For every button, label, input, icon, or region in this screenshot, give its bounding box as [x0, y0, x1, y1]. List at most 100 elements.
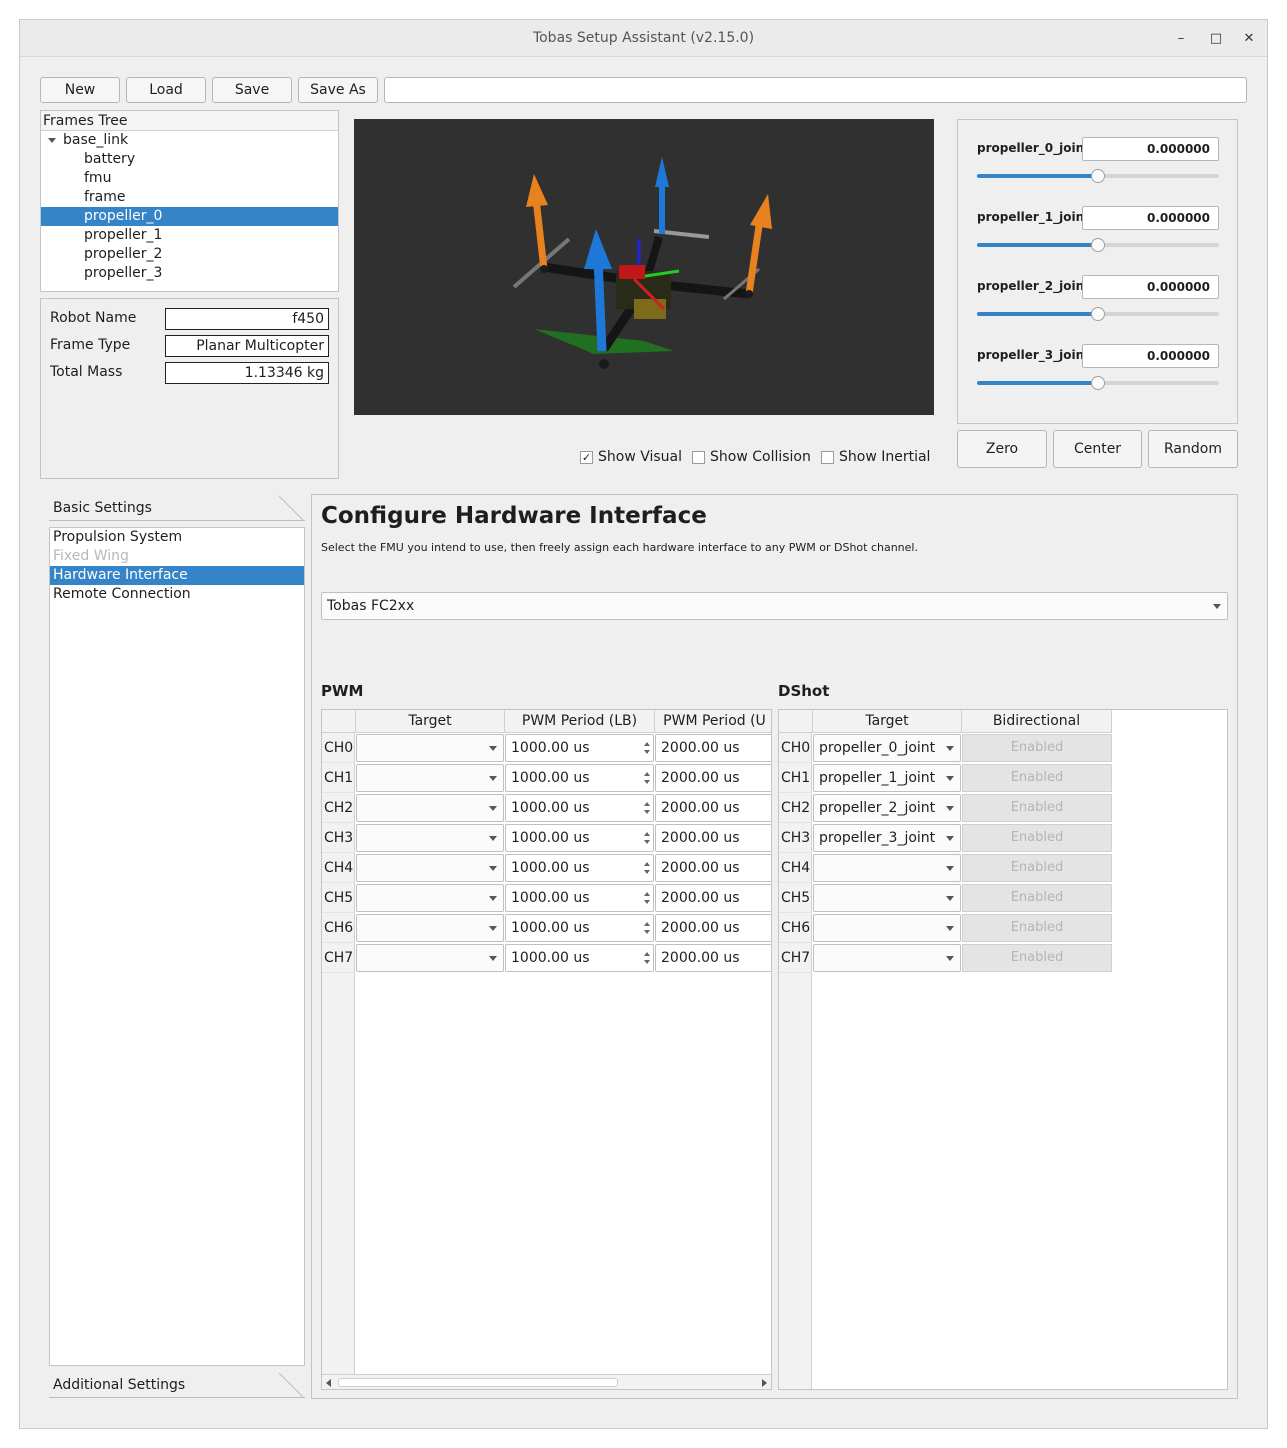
pwm-ub-spinbox[interactable]: 2000.00 us	[655, 734, 771, 762]
pwm-target-select[interactable]	[356, 824, 504, 852]
tree-item-base-link[interactable]: base_link	[41, 131, 338, 150]
pwm-ub-spinbox[interactable]: 2000.00 us	[655, 914, 771, 942]
pwm-horizontal-scrollbar[interactable]	[322, 1374, 771, 1389]
tree-item-propeller-0[interactable]: propeller_0	[41, 207, 338, 226]
show-inertial-checkbox[interactable]	[821, 451, 834, 464]
zero-button[interactable]: Zero	[957, 430, 1047, 468]
spin-up-icon[interactable]	[644, 892, 650, 896]
scroll-left-icon[interactable]	[326, 1379, 331, 1387]
spin-down-icon[interactable]	[644, 810, 650, 814]
basic-settings-tab[interactable]: Basic Settings	[49, 495, 305, 521]
dshot-target-select[interactable]: propeller_3_joint	[813, 824, 961, 852]
dshot-target-select[interactable]: propeller_2_joint	[813, 794, 961, 822]
scrollbar-thumb[interactable]	[338, 1378, 618, 1387]
dshot-target-select[interactable]	[813, 944, 961, 972]
dshot-target-select[interactable]	[813, 914, 961, 942]
close-icon[interactable]: ✕	[1234, 20, 1264, 57]
tree-item-propeller-1[interactable]: propeller_1	[41, 226, 338, 245]
joint-0-value-input[interactable]: 0.000000	[1082, 137, 1219, 161]
pwm-lb-spinbox[interactable]: 1000.00 us	[505, 764, 654, 792]
pwm-lb-spinbox[interactable]: 1000.00 us	[505, 734, 654, 762]
save-as-button[interactable]: Save As	[298, 77, 378, 103]
pwm-ub-spinbox[interactable]: 2000.00 us	[655, 794, 771, 822]
spin-up-icon[interactable]	[644, 832, 650, 836]
dshot-target-select[interactable]	[813, 854, 961, 882]
pwm-header-lb[interactable]: PWM Period (LB)	[505, 710, 655, 733]
joint-1-slider-handle[interactable]	[1091, 238, 1105, 252]
joint-3-slider-handle[interactable]	[1091, 376, 1105, 390]
spin-up-icon[interactable]	[644, 952, 650, 956]
spin-down-icon[interactable]	[644, 840, 650, 844]
tree-item-propeller-3[interactable]: propeller_3	[41, 264, 338, 283]
pwm-ub-spinbox[interactable]: 2000.00 us	[655, 854, 771, 882]
pwm-ub-spinbox[interactable]: 2000.00 us	[655, 884, 771, 912]
pwm-header-ub[interactable]: PWM Period (U	[655, 710, 771, 733]
pwm-lb-spinbox[interactable]: 1000.00 us	[505, 794, 654, 822]
joint-2-value-input[interactable]: 0.000000	[1082, 275, 1219, 299]
spin-up-icon[interactable]	[644, 802, 650, 806]
joint-3-value-input[interactable]: 0.000000	[1082, 344, 1219, 368]
pwm-lb-spinbox[interactable]: 1000.00 us	[505, 914, 654, 942]
load-button[interactable]: Load	[126, 77, 206, 103]
save-button[interactable]: Save	[212, 77, 292, 103]
pwm-target-select[interactable]	[356, 914, 504, 942]
dshot-target-select[interactable]: propeller_1_joint	[813, 764, 961, 792]
tree-item-frame[interactable]: frame	[41, 188, 338, 207]
joint-0-slider-handle[interactable]	[1091, 169, 1105, 183]
show-collision-checkbox[interactable]	[692, 451, 705, 464]
spin-down-icon[interactable]	[644, 870, 650, 874]
pwm-target-select[interactable]	[356, 794, 504, 822]
pwm-lb-spinbox[interactable]: 1000.00 us	[505, 884, 654, 912]
random-button[interactable]: Random	[1148, 430, 1238, 468]
nav-item-hardware-interface[interactable]: Hardware Interface	[50, 566, 304, 585]
joint-2-slider[interactable]	[977, 307, 1219, 321]
nav-item-remote-connection[interactable]: Remote Connection	[50, 585, 304, 604]
joint-1-slider[interactable]	[977, 238, 1219, 252]
show-visual-checkbox[interactable]: ✓	[580, 451, 593, 464]
spin-up-icon[interactable]	[644, 922, 650, 926]
pwm-header-target[interactable]: Target	[356, 710, 505, 733]
spin-up-icon[interactable]	[644, 862, 650, 866]
spin-up-icon[interactable]	[644, 742, 650, 746]
minimize-icon[interactable]: –	[1166, 20, 1196, 57]
spin-down-icon[interactable]	[644, 750, 650, 754]
robot-3d-viewport[interactable]	[354, 119, 934, 415]
expand-arrow-icon[interactable]	[48, 138, 56, 143]
pwm-target-select[interactable]	[356, 884, 504, 912]
pwm-ub-spinbox[interactable]: 2000.00 us	[655, 824, 771, 852]
pwm-lb-spinbox[interactable]: 1000.00 us	[505, 854, 654, 882]
scroll-right-icon[interactable]	[762, 1379, 767, 1387]
pwm-target-select[interactable]	[356, 734, 504, 762]
spin-down-icon[interactable]	[644, 930, 650, 934]
pwm-target-select[interactable]	[356, 944, 504, 972]
dshot-header-target[interactable]: Target	[813, 710, 962, 733]
spin-down-icon[interactable]	[644, 960, 650, 964]
spin-down-icon[interactable]	[644, 780, 650, 784]
file-path-input[interactable]	[384, 77, 1247, 103]
dshot-table[interactable]: Target Bidirectional CH0 propeller_0_joi…	[778, 709, 1228, 1390]
joint-3-slider[interactable]	[977, 376, 1219, 390]
dshot-target-select[interactable]	[813, 884, 961, 912]
frames-tree[interactable]: Frames Tree base_link battery fmu frame …	[40, 110, 339, 292]
spin-down-icon[interactable]	[644, 900, 650, 904]
dshot-target-select[interactable]: propeller_0_joint	[813, 734, 961, 762]
joint-2-slider-handle[interactable]	[1091, 307, 1105, 321]
dshot-header-bidirectional[interactable]: Bidirectional	[962, 710, 1112, 733]
new-button[interactable]: New	[40, 77, 120, 103]
pwm-target-select[interactable]	[356, 764, 504, 792]
pwm-lb-spinbox[interactable]: 1000.00 us	[505, 824, 654, 852]
tree-item-fmu[interactable]: fmu	[41, 169, 338, 188]
settings-list[interactable]: Propulsion System Fixed Wing Hardware In…	[49, 527, 305, 1366]
joint-1-value-input[interactable]: 0.000000	[1082, 206, 1219, 230]
nav-item-propulsion-system[interactable]: Propulsion System	[50, 528, 304, 547]
center-button[interactable]: Center	[1053, 430, 1142, 468]
fmu-select[interactable]: Tobas FC2xx	[321, 592, 1228, 620]
additional-settings-tab[interactable]: Additional Settings	[49, 1372, 305, 1398]
pwm-target-select[interactable]	[356, 854, 504, 882]
pwm-table[interactable]: Target PWM Period (LB) PWM Period (U CH0…	[321, 709, 772, 1390]
tree-item-propeller-2[interactable]: propeller_2	[41, 245, 338, 264]
pwm-ub-spinbox[interactable]: 2000.00 us	[655, 764, 771, 792]
tree-item-battery[interactable]: battery	[41, 150, 338, 169]
pwm-lb-spinbox[interactable]: 1000.00 us	[505, 944, 654, 972]
spin-up-icon[interactable]	[644, 772, 650, 776]
